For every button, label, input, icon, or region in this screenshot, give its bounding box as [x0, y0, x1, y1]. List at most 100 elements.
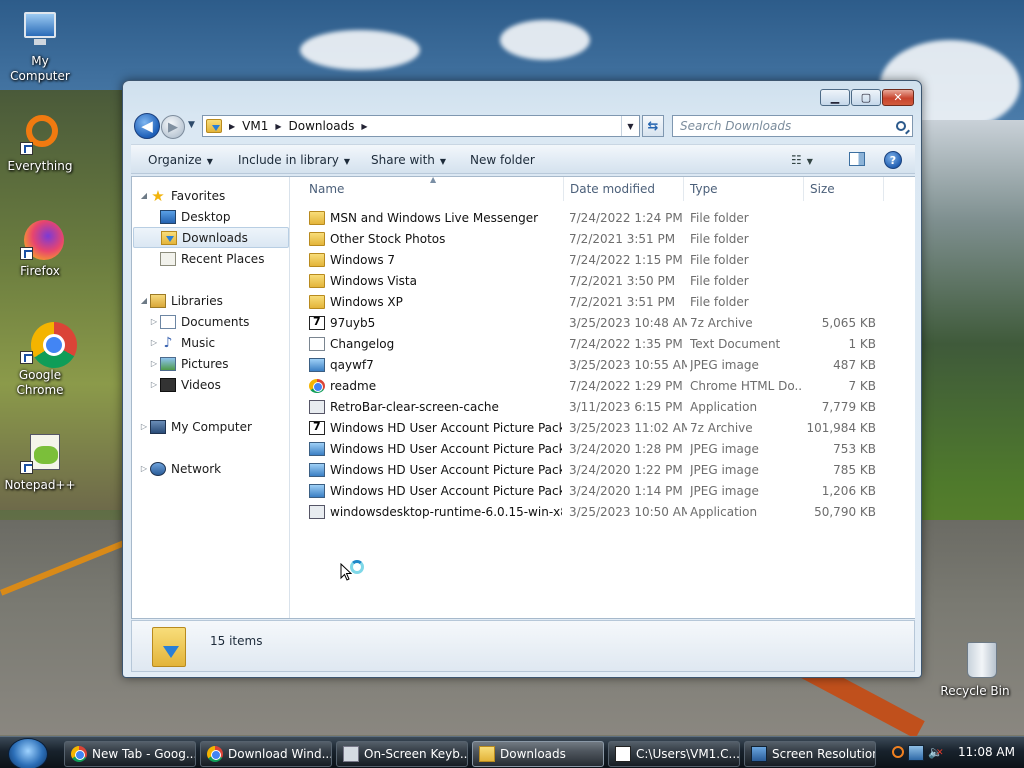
column-header-date-modified[interactable]: Date modified	[570, 182, 655, 196]
nav-network[interactable]: ▷ Network	[138, 458, 221, 479]
downloads-folder-icon	[152, 627, 186, 667]
column-header-type[interactable]: Type	[690, 182, 718, 196]
desktop-icon-everything[interactable]: Everything	[0, 113, 80, 174]
nav-my-computer[interactable]: ▷ My Computer	[138, 416, 252, 437]
help-button[interactable]: ?	[884, 151, 902, 169]
file-row[interactable]: Windows HD User Account Picture Pack 3/24…	[291, 481, 915, 502]
nav-pictures[interactable]: ▷ Pictures	[148, 353, 229, 374]
breadcrumb-separator-icon[interactable]: ▶	[229, 122, 235, 131]
address-history-dropdown[interactable]: ▼	[621, 116, 639, 136]
expand-icon[interactable]: ▷	[148, 338, 160, 347]
file-row[interactable]: Windows HD User Account Picture Pack ...…	[291, 418, 915, 439]
taskbar-button[interactable]: C:\Users\VM1.C...	[608, 741, 740, 767]
file-name: MSN and Windows Live Messenger	[330, 211, 539, 225]
file-date-modified: 3/25/2023 10:55 AM	[569, 358, 687, 372]
column-divider[interactable]	[883, 177, 884, 201]
taskbar-button[interactable]: Screen Resolution	[744, 741, 876, 767]
column-divider[interactable]	[563, 177, 564, 201]
expand-icon[interactable]: ▷	[148, 317, 160, 326]
search-icon[interactable]	[896, 121, 906, 131]
desktop-icon-my-computer[interactable]: My Computer	[0, 8, 80, 84]
desktop-icon-firefox[interactable]: Firefox	[0, 218, 80, 279]
search-box[interactable]	[672, 115, 913, 137]
nav-favorites[interactable]: ◢ ★ Favorites	[138, 185, 225, 206]
file-row[interactable]: Windows Vista 7/2/2021 3:50 PM File folder	[291, 271, 915, 292]
clock[interactable]: 11:08 AM	[958, 745, 1015, 759]
forward-button[interactable]: ▶	[161, 115, 185, 139]
file-row[interactable]: Windows XP 7/2/2021 3:51 PM File folder	[291, 292, 915, 313]
help-icon: ?	[889, 153, 897, 167]
expand-icon[interactable]: ▷	[138, 464, 150, 473]
taskbar-button-label: C:\Users\VM1.C...	[636, 747, 740, 761]
file-row[interactable]: Windows HD User Account Picture Pack ...…	[291, 439, 915, 460]
start-button[interactable]	[8, 738, 48, 768]
include-in-library-button[interactable]: Include in library ▼	[238, 153, 350, 167]
column-header-size[interactable]: Size	[810, 182, 835, 196]
back-button[interactable]: ◀	[134, 113, 160, 139]
file-row[interactable]: RetroBar-clear-screen-cache 3/11/2023 6:1…	[291, 397, 915, 418]
taskbar-button[interactable]: New Tab - Goog...	[64, 741, 196, 767]
change-view-button[interactable]: ☷ ▼	[791, 153, 813, 167]
expand-icon[interactable]: ▷	[138, 422, 150, 431]
collapse-icon[interactable]: ◢	[138, 296, 150, 305]
network-icon[interactable]	[908, 745, 924, 761]
taskbar-button-label: Download Wind...	[228, 747, 332, 761]
desktop-icon-notepad-plus-plus[interactable]: Notepad++	[0, 432, 80, 493]
chevron-down-icon: ▼	[806, 157, 813, 166]
taskbar-button[interactable]: Downloads	[472, 741, 604, 767]
taskbar-button[interactable]: Download Wind...	[200, 741, 332, 767]
column-divider[interactable]	[803, 177, 804, 201]
file-row[interactable]: qaywf7 3/25/2023 10:55 AM JPEG image 487 KB	[291, 355, 915, 376]
refresh-button[interactable]: ⇆	[642, 115, 664, 137]
breadcrumb-downloads[interactable]: Downloads	[289, 119, 355, 133]
file-row[interactable]: readme 7/24/2022 1:29 PM Chrome HTML Do...…	[291, 376, 915, 397]
expand-icon[interactable]: ▷	[148, 380, 160, 389]
nav-downloads[interactable]: Downloads	[133, 227, 289, 248]
nav-videos[interactable]: ▷ Videos	[148, 374, 221, 395]
column-divider[interactable]	[683, 177, 684, 201]
file-row[interactable]: MSN and Windows Live Messenger 7/24/2022 …	[291, 208, 915, 229]
nav-documents[interactable]: ▷ Documents	[148, 311, 249, 332]
collapse-icon[interactable]: ◢	[138, 191, 150, 200]
notepad-plus-plus-icon	[16, 432, 64, 476]
taskbar-button[interactable]: On-Screen Keyb...	[336, 741, 468, 767]
expand-icon[interactable]: ▷	[148, 359, 160, 368]
nav-favorites-label: Favorites	[171, 188, 226, 203]
share-with-button[interactable]: Share with ▼	[371, 153, 446, 167]
file-row[interactable]: Changelog 7/24/2022 1:35 PM Text Document 1…	[291, 334, 915, 355]
organize-button[interactable]: Organize ▼	[148, 153, 213, 167]
breadcrumb-separator-icon[interactable]: ▶	[275, 122, 281, 131]
search-input[interactable]	[680, 119, 890, 133]
file-row[interactable]: Windows 7 7/24/2022 1:15 PM File folder	[291, 250, 915, 271]
maximize-button[interactable]: ▢	[851, 89, 881, 106]
nav-desktop[interactable]: Desktop	[160, 206, 231, 227]
close-button[interactable]: ✕	[882, 89, 914, 106]
address-bar[interactable]: ▶ VM1 ▶ Downloads ▶ ▼	[202, 115, 640, 137]
file-date-modified: 7/2/2021 3:51 PM	[569, 232, 676, 246]
recent-pages-dropdown[interactable]: ▼	[188, 120, 195, 130]
recycle-bin-icon	[951, 638, 999, 682]
new-folder-button[interactable]: New folder	[470, 153, 535, 167]
desktop-icon-google-chrome[interactable]: Google Chrome	[0, 322, 80, 398]
preview-pane-button[interactable]	[849, 152, 865, 166]
nav-libraries[interactable]: ◢ Libraries	[138, 290, 223, 311]
file-row[interactable]: Other Stock Photos 7/2/2021 3:51 PM File f…	[291, 229, 915, 250]
volume-muted-icon[interactable]: 🔈	[928, 745, 944, 761]
file-row[interactable]: Windows HD User Account Picture Pack ...…	[291, 460, 915, 481]
breadcrumb-vm1[interactable]: VM1	[242, 119, 268, 133]
taskbar-button-label: Screen Resolution	[772, 747, 876, 761]
navigation-pane: ◢ ★ Favorites Desktop Downloads Recent P…	[132, 177, 290, 618]
desktop-icon-recycle-bin[interactable]: Recycle Bin	[935, 638, 1015, 699]
search-icon[interactable]	[892, 746, 904, 758]
file-row[interactable]: 97uyb5 3/25/2023 10:48 AM7z Archive 5,065 …	[291, 313, 915, 334]
column-header-name[interactable]: Name	[309, 182, 344, 196]
nav-music[interactable]: ▷ ♪ Music	[148, 332, 215, 353]
file-type: File folder	[690, 211, 749, 225]
folder-icon	[309, 211, 325, 225]
breadcrumb-separator-icon[interactable]: ▶	[361, 122, 367, 131]
file-row[interactable]: windowsdesktop-runtime-6.0.15-win-x86 3/2…	[291, 502, 915, 523]
minimize-button[interactable]: ▁	[820, 89, 850, 106]
cloud	[500, 20, 590, 60]
nav-recent-places[interactable]: Recent Places	[160, 248, 264, 269]
chrome-icon	[71, 746, 87, 762]
